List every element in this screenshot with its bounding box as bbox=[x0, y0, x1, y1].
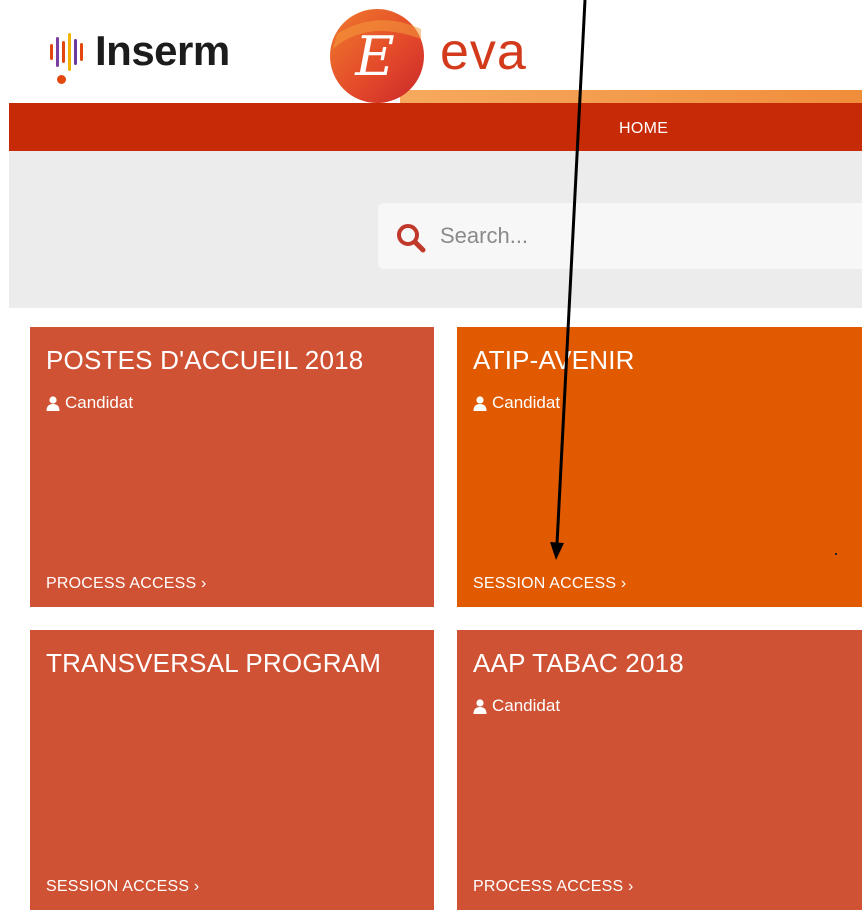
card-aap-tabac-2018[interactable]: AAP TABAC 2018 Candidat PROCESS ACCESS › bbox=[457, 630, 862, 910]
inserm-dot bbox=[57, 75, 66, 84]
card-title: AAP TABAC 2018 bbox=[473, 648, 684, 678]
cards-grid: POSTES D'ACCUEIL 2018 Candidat PROCESS A… bbox=[9, 308, 862, 916]
card-role-label: Candidat bbox=[65, 393, 134, 412]
nav-bar: HOME bbox=[9, 103, 862, 151]
process-access-link[interactable]: PROCESS ACCESS › bbox=[46, 575, 207, 593]
user-icon bbox=[473, 698, 487, 714]
user-icon bbox=[46, 395, 60, 411]
search-input[interactable] bbox=[440, 217, 840, 255]
eva-underline bbox=[400, 90, 862, 103]
annotation-speck bbox=[835, 553, 837, 555]
inserm-wordmark: Inserm bbox=[95, 27, 230, 74]
eva-wordmark: eva bbox=[440, 23, 527, 81]
search-area bbox=[9, 151, 862, 308]
card-role-label: Candidat bbox=[492, 393, 561, 412]
card-role: Candidat bbox=[46, 393, 133, 413]
card-atip-avenir[interactable]: ATIP-AVENIR Candidat SESSION ACCESS › bbox=[457, 327, 862, 607]
card-transversal-program[interactable]: TRANSVERSAL PROGRAM SESSION ACCESS › bbox=[30, 630, 434, 910]
inserm-logo-icon bbox=[50, 32, 83, 72]
user-icon bbox=[473, 395, 487, 411]
nav-home-link[interactable]: HOME bbox=[619, 120, 668, 138]
card-role-label: Candidat bbox=[492, 696, 561, 715]
card-title: TRANSVERSAL PROGRAM bbox=[46, 648, 382, 678]
search-box[interactable] bbox=[378, 203, 862, 269]
card-postes-accueil-2018[interactable]: POSTES D'ACCUEIL 2018 Candidat PROCESS A… bbox=[30, 327, 434, 607]
process-access-link[interactable]: PROCESS ACCESS › bbox=[473, 878, 634, 896]
session-access-link[interactable]: SESSION ACCESS › bbox=[46, 878, 199, 896]
eva-mark: E bbox=[354, 25, 394, 88]
card-role: Candidat bbox=[473, 696, 560, 716]
session-access-link[interactable]: SESSION ACCESS › bbox=[473, 575, 626, 593]
card-role: Candidat bbox=[473, 393, 560, 413]
top-bar: Inserm E eva bbox=[0, 0, 862, 103]
inserm-logo[interactable]: Inserm bbox=[50, 30, 230, 72]
card-title: ATIP-AVENIR bbox=[473, 345, 635, 375]
card-title: POSTES D'ACCUEIL 2018 bbox=[46, 345, 364, 375]
eva-logo[interactable]: E bbox=[327, 9, 427, 103]
search-icon[interactable] bbox=[396, 223, 426, 253]
